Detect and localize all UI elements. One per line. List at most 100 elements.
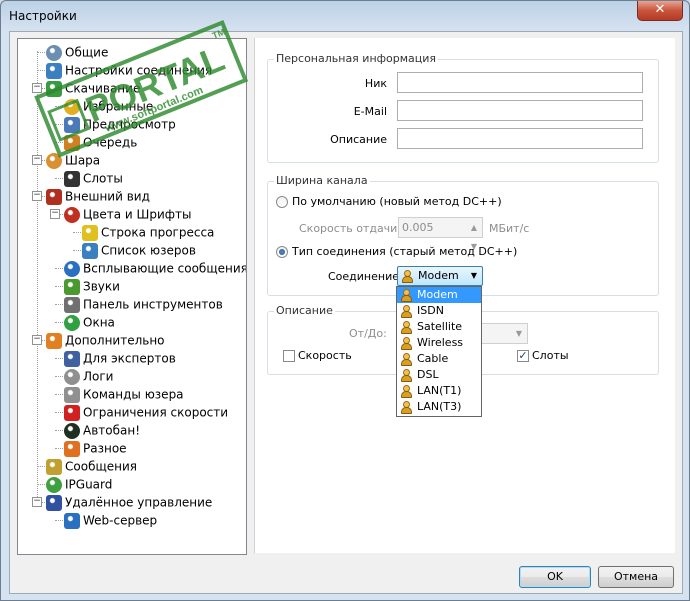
connection-option[interactable]: LAN(T1) — [397, 383, 481, 399]
tree-connector-line — [55, 178, 63, 179]
tree-item-5[interactable]: Очередь — [64, 133, 137, 151]
connection-option[interactable]: ISDN — [397, 303, 481, 319]
connection-type-label: Тип соединения (старый метод DC++) — [292, 245, 518, 258]
email-input[interactable] — [397, 100, 643, 121]
settings-tree[interactable]: Общие Настройки соединения Скачивание − Избр… — [17, 38, 247, 555]
chevron-down-icon: ▼ — [515, 329, 523, 338]
misc-cube-icon — [64, 440, 80, 457]
settings-window: Настройки ✕ Общие Настройки соединения Ска… — [0, 0, 690, 601]
tree-item-12[interactable]: Всплывающие сообщения — [64, 259, 247, 277]
connection-option[interactable]: Modem — [397, 287, 481, 303]
connection-option[interactable]: LAN(T3) — [397, 399, 481, 415]
cancel-button[interactable]: Отмена — [598, 566, 674, 588]
collapse-toggle-icon[interactable]: − — [32, 497, 42, 507]
tree-item-20[interactable]: Ограничения скорости — [64, 403, 228, 421]
slots-checkbox-label: Слоты — [532, 349, 569, 362]
tree-item-14[interactable]: Панель инструментов — [64, 295, 223, 313]
tree-connector-line — [55, 520, 63, 521]
tree-item-label: Ограничения скорости — [83, 405, 229, 420]
connection-option[interactable]: Satellite — [397, 319, 481, 335]
tree-item-9[interactable]: Цвета и Шрифты — [64, 205, 192, 223]
connection-option-label: LAN(T3) — [417, 400, 462, 413]
connection-option[interactable]: DSL — [397, 367, 481, 383]
title-bar[interactable]: Настройки ✕ — [1, 1, 689, 31]
connection-option[interactable]: Wireless — [397, 335, 481, 351]
tree-item-label: Список юзеров — [101, 243, 196, 258]
upload-unit-label: МБит/с — [489, 222, 530, 235]
connection-select[interactable]: Modem ▼ — [397, 266, 483, 286]
collapse-toggle-icon[interactable]: − — [32, 155, 42, 165]
star-folder-icon — [64, 98, 80, 115]
tree-connector-line — [37, 51, 38, 501]
connection-type-radio[interactable] — [276, 246, 288, 258]
spinner-arrows-icon[interactable]: ▲ ▼ — [466, 218, 482, 251]
email-label: E-Mail — [353, 105, 387, 118]
personal-info-title: Персональная информация — [274, 52, 439, 65]
tree-item-21[interactable]: Автобан! — [64, 421, 140, 439]
tree-item-11[interactable]: Список юзеров — [82, 241, 196, 259]
default-method-label: По умолчанию (новый метод DC++) — [292, 195, 502, 208]
commands-icon — [64, 386, 80, 403]
log-pen-icon — [64, 368, 80, 385]
music-note-icon — [64, 278, 80, 295]
tree-item-25[interactable]: Удалённое управление — [46, 493, 212, 511]
tree-connector-line — [55, 358, 63, 359]
collapse-toggle-icon[interactable]: − — [32, 83, 42, 93]
tree-item-26[interactable]: Web-сервер — [64, 511, 157, 529]
slots-checkbox[interactable]: ✓ — [517, 350, 529, 362]
messages-icon — [46, 458, 62, 475]
userlist-icon — [82, 242, 98, 259]
tree-item-8[interactable]: Внешний вид — [46, 187, 150, 205]
tree-item-23[interactable]: Сообщения — [46, 457, 137, 475]
tree-item-6[interactable]: Шара — [46, 151, 100, 169]
tree-item-2[interactable]: Скачивание — [46, 79, 140, 97]
connection-option-label: Cable — [417, 352, 449, 365]
nick-label: Ник — [364, 77, 387, 90]
description-input[interactable] — [397, 128, 643, 149]
tree-item-1[interactable]: Настройки соединения — [46, 61, 212, 79]
tree-item-22[interactable]: Разное — [64, 439, 127, 457]
collapse-toggle-icon[interactable]: − — [32, 191, 42, 201]
tree-item-17[interactable]: Для экспертов — [64, 349, 176, 367]
upload-speed-field[interactable]: 0.005 ▲ ▼ — [398, 217, 483, 251]
speed-checkbox-label: Скорость — [298, 349, 352, 362]
speed-checkbox[interactable] — [283, 350, 295, 362]
tree-connector-line — [55, 412, 63, 413]
tree-item-label: Строка прогресса — [101, 225, 215, 240]
close-button[interactable]: ✕ — [637, 1, 683, 21]
collapse-toggle-icon[interactable]: − — [50, 209, 60, 219]
tree-item-7[interactable]: Слоты — [64, 169, 123, 187]
connection-option[interactable]: Cable — [397, 351, 481, 367]
connection-dropdown-list[interactable]: Modem ISDN Satellite Wireless Cable DSL LAN(T1… — [396, 286, 482, 417]
tree-item-label: Разное — [83, 441, 127, 456]
tree-item-4[interactable]: Предпросмотр — [64, 115, 176, 133]
tree-item-24[interactable]: IPGuard — [46, 475, 112, 493]
from-to-select[interactable]: ▼ — [480, 323, 528, 344]
tree-item-13[interactable]: Звуки — [64, 277, 120, 295]
tree-item-label: Дополнительно — [65, 333, 165, 348]
ipguard-icon — [46, 476, 62, 493]
description-label: Описание — [330, 133, 387, 146]
dialog-client-area: Общие Настройки соединения Скачивание − Избр… — [9, 31, 683, 594]
tree-connector-line — [37, 70, 45, 71]
share-box-icon — [46, 152, 62, 169]
queue-icon — [64, 134, 80, 151]
nick-input[interactable] — [397, 72, 643, 93]
tree-item-16[interactable]: Дополнительно — [46, 331, 165, 349]
connection-option-label: Wireless — [417, 336, 464, 349]
user-icon — [401, 336, 412, 350]
default-method-radio[interactable] — [276, 196, 288, 208]
advanced-icon — [46, 332, 62, 349]
collapse-toggle-icon[interactable]: − — [32, 335, 42, 345]
tree-item-label: Скачивание — [65, 81, 141, 96]
tree-item-label: Сообщения — [65, 459, 138, 474]
tree-item-10[interactable]: Строка прогресса — [82, 223, 214, 241]
tree-item-15[interactable]: Окна — [64, 313, 115, 331]
tree-item-label: Шара — [65, 153, 101, 168]
ok-button[interactable]: OK — [519, 566, 591, 588]
tree-item-19[interactable]: Команды юзера — [64, 385, 184, 403]
tree-item-18[interactable]: Логи — [64, 367, 113, 385]
tree-item-0[interactable]: Общие — [46, 43, 108, 61]
tree-item-label: Всплывающие сообщения — [83, 261, 247, 276]
tree-item-3[interactable]: Избранные — [64, 97, 153, 115]
